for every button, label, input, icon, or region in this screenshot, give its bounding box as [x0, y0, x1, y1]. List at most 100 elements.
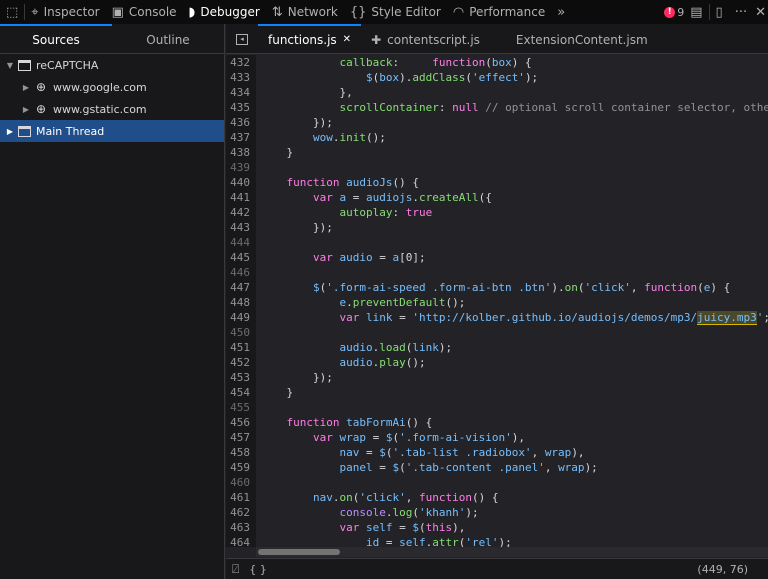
error-count-badge[interactable]: ! 9 [664, 6, 684, 19]
tab-performance[interactable]: ◠ Performance [447, 0, 551, 24]
code-token: var [339, 521, 360, 534]
line-number[interactable]: 440 [226, 175, 256, 190]
tab-console[interactable]: ▣ Console [106, 0, 183, 24]
code-line: 440 function audioJs() { [226, 175, 768, 190]
more-tools-button[interactable]: » [551, 0, 571, 24]
line-number[interactable]: 441 [226, 190, 256, 205]
line-number[interactable]: 443 [226, 220, 256, 235]
line-number[interactable]: 439 [226, 160, 256, 175]
line-number[interactable]: 452 [226, 355, 256, 370]
tree-item[interactable]: ▶ ⊕ www.gstatic.com [0, 98, 224, 120]
editor-tab[interactable]: ✚ contentscript.js [361, 24, 490, 54]
scrollbar-thumb[interactable] [258, 549, 340, 555]
line-number[interactable]: 447 [226, 280, 256, 295]
line-number[interactable]: 453 [226, 370, 256, 385]
line-number[interactable]: 461 [226, 490, 256, 505]
code-token: = [359, 446, 380, 459]
line-number[interactable]: 456 [226, 415, 256, 430]
line-text: var wrap = $('.form-ai-vision'), [256, 430, 525, 445]
tab-outline[interactable]: Outline [112, 24, 224, 53]
line-number[interactable]: 435 [226, 100, 256, 115]
code-token: ( [465, 71, 472, 84]
code-token: log [392, 506, 413, 519]
line-number[interactable]: 450 [226, 325, 256, 340]
line-text [256, 400, 260, 415]
line-text: var link = 'http://kolber.github.io/audi… [256, 310, 768, 325]
code-token: = [372, 251, 393, 264]
line-number[interactable]: 449 [226, 310, 256, 325]
line-number[interactable]: 457 [226, 430, 256, 445]
tree-item[interactable]: ▼ reCAPTCHA [0, 54, 224, 76]
code-token: ( [412, 506, 419, 519]
code-token: audioJs [339, 176, 393, 189]
dock-options-button[interactable]: ▤ [684, 0, 708, 24]
line-number[interactable]: 432 [226, 55, 256, 70]
horizontal-scrollbar[interactable] [256, 547, 768, 557]
line-number[interactable]: 433 [226, 70, 256, 85]
tab-style-editor[interactable]: {} Style Editor [344, 0, 447, 24]
code-token: , [544, 461, 559, 474]
code-token: box [379, 71, 400, 84]
line-number[interactable]: 446 [226, 265, 256, 280]
line-number[interactable]: 459 [226, 460, 256, 475]
element-picker-button[interactable]: ⬚ [0, 0, 24, 24]
line-number[interactable]: 463 [226, 520, 256, 535]
line-number[interactable]: 442 [226, 205, 256, 220]
code-token: (); [445, 296, 466, 309]
code-token: function [418, 491, 472, 504]
line-number[interactable]: 445 [226, 250, 256, 265]
toggle-sidebar-button[interactable]: ◂ [226, 24, 258, 54]
line-number[interactable]: 444 [226, 235, 256, 250]
tab-debugger[interactable]: ◗ Debugger [183, 0, 266, 24]
line-number[interactable]: 458 [226, 445, 256, 460]
code-line: 435 scrollContainer: null // optional sc… [226, 100, 768, 115]
pretty-print-button[interactable]: { } [249, 563, 267, 576]
tab-network[interactable]: ⇅ Network [266, 0, 344, 24]
code-line: 461 nav.on('click', function() { [226, 490, 768, 505]
line-number[interactable]: 455 [226, 400, 256, 415]
close-devtools-button[interactable]: ✕ [753, 0, 768, 24]
code-line: 463 var self = $(this), [226, 520, 768, 535]
code-token: function [286, 176, 340, 189]
code-token: wrap [544, 446, 572, 459]
line-number[interactable]: 454 [226, 385, 256, 400]
globe-icon: ⊕ [35, 102, 47, 116]
line-number[interactable]: 460 [226, 475, 256, 490]
line-number[interactable]: 448 [226, 295, 256, 310]
close-tab-icon[interactable]: ✕ [343, 34, 351, 45]
line-number[interactable]: 437 [226, 130, 256, 145]
tree-item[interactable]: ▶ Main Thread [0, 120, 224, 142]
line-number[interactable]: 436 [226, 115, 256, 130]
line-number[interactable]: 464 [226, 535, 256, 547]
code-token: ; [763, 311, 768, 324]
menu-button[interactable]: ··· [729, 0, 753, 24]
code-token: wrap [558, 461, 585, 474]
responsive-icon: ▯ [715, 4, 723, 20]
blackbox-icon[interactable]: ⍁ [232, 562, 239, 577]
expanded-arrow-icon[interactable]: ▼ [4, 61, 16, 70]
responsive-design-button[interactable]: ▯ [710, 0, 729, 24]
chevron-double-right-icon: » [557, 4, 566, 20]
line-text: $ ('.form-ai-speed .form-ai-btn .btn').on… [256, 280, 730, 295]
editor-tab[interactable]: functions.js ✕ [258, 23, 362, 54]
collapsed-arrow-icon[interactable]: ▶ [20, 83, 32, 92]
collapsed-arrow-icon[interactable]: ▶ [4, 127, 16, 136]
tab-inspector[interactable]: ⌖ Inspector [25, 0, 105, 24]
tab-sources[interactable]: Sources [0, 24, 112, 53]
line-number[interactable]: 462 [226, 505, 256, 520]
editor-tab[interactable]: ExtensionContent.jsm [506, 24, 658, 54]
code-line: 439 [226, 160, 768, 175]
code-editor[interactable]: 432 callback: function(box) {433 $(box).… [226, 55, 768, 547]
collapsed-arrow-icon[interactable]: ▶ [20, 105, 32, 114]
line-number[interactable]: 434 [226, 85, 256, 100]
code-line: 457 var wrap = $('.form-ai-vision'), [226, 430, 768, 445]
line-number[interactable]: 451 [226, 340, 256, 355]
tree-item[interactable]: ▶ ⊕ www.google.com [0, 76, 224, 98]
line-number[interactable]: 438 [226, 145, 256, 160]
code-token: ( [577, 281, 585, 294]
code-token: ( [399, 461, 406, 474]
code-token: link [359, 311, 393, 324]
